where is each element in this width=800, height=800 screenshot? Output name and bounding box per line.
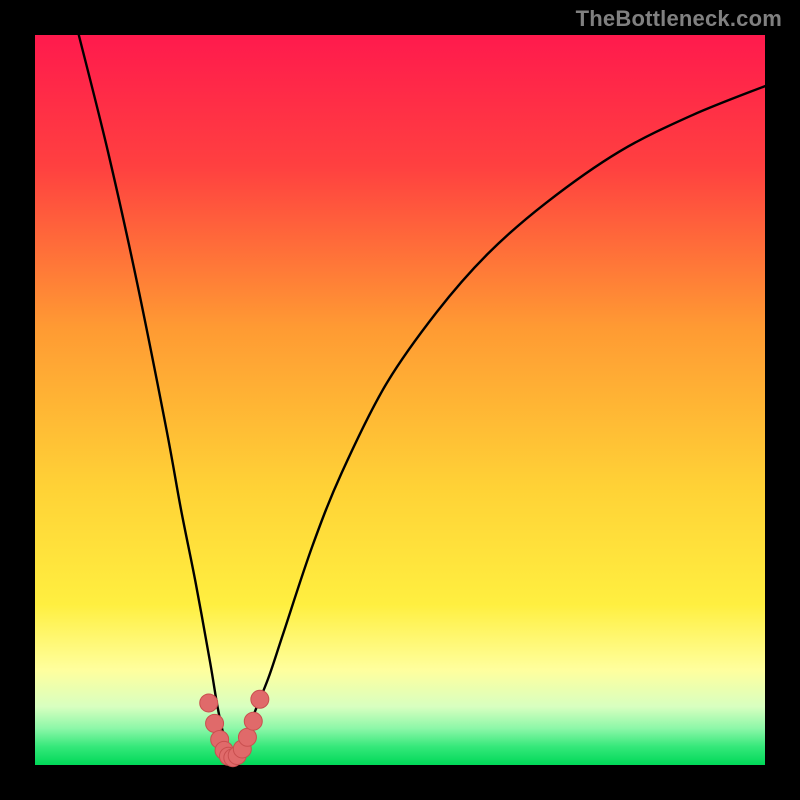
plot-background bbox=[35, 35, 765, 765]
marker-dot bbox=[200, 694, 218, 712]
chart-canvas bbox=[0, 0, 800, 800]
marker-dot bbox=[244, 712, 262, 730]
marker-dot bbox=[206, 714, 224, 732]
marker-dot bbox=[251, 690, 269, 708]
marker-dot bbox=[238, 728, 256, 746]
watermark-text: TheBottleneck.com bbox=[576, 6, 782, 32]
